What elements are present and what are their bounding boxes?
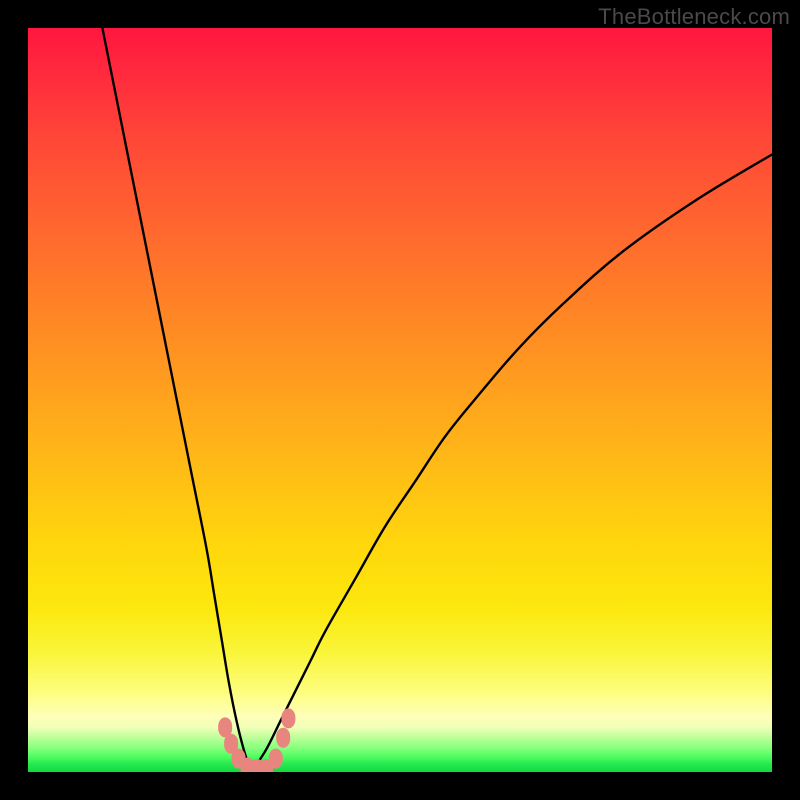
plot-area <box>28 28 772 772</box>
trough-markers <box>218 708 295 772</box>
trough-marker <box>276 728 290 748</box>
v-curve <box>102 28 772 772</box>
curve-right-branch <box>251 154 772 772</box>
curve-layer <box>28 28 772 772</box>
outer-frame: TheBottleneck.com <box>0 0 800 800</box>
watermark-text: TheBottleneck.com <box>598 4 790 30</box>
trough-marker <box>281 708 295 728</box>
curve-left-branch <box>102 28 251 772</box>
trough-marker <box>269 749 283 769</box>
